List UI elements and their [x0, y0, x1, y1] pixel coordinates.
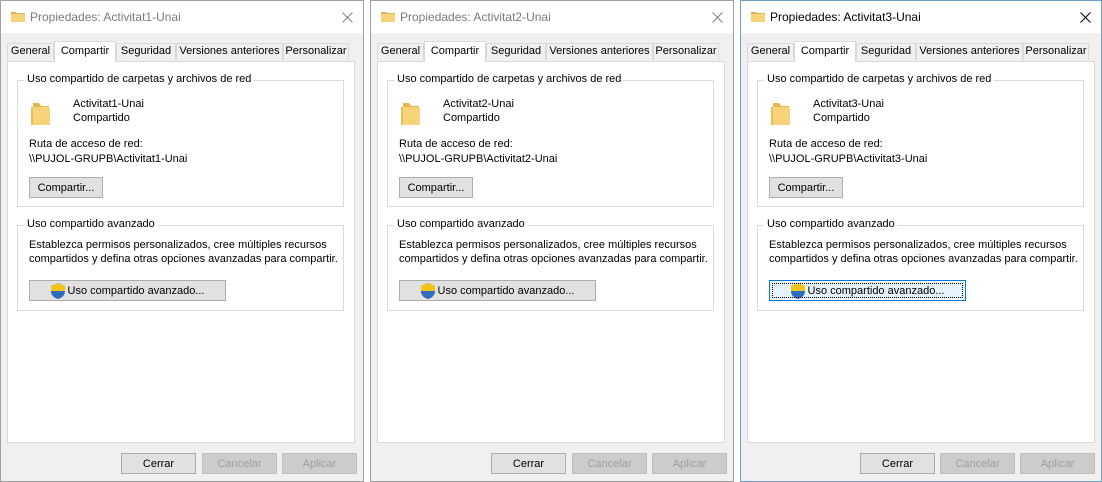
- tab-seguridad[interactable]: Seguridad: [486, 43, 546, 60]
- advanced-description-line-2: compartidos y defina otras opciones avan…: [399, 253, 708, 265]
- properties-dialog-2: Propiedades: Activitat2-Unai General Com…: [370, 0, 734, 482]
- window-title: Propiedades: Activitat3-Unai: [770, 10, 921, 24]
- cancel-button[interactable]: Cancelar: [940, 453, 1015, 474]
- folder-name: Activitat2-Unai: [443, 98, 514, 110]
- tab-compartir[interactable]: Compartir: [794, 41, 856, 62]
- folder-icon: [11, 12, 25, 22]
- close-dialog-button[interactable]: Cerrar: [121, 453, 196, 474]
- network-sharing-group: Uso compartido de carpetas y archivos de…: [387, 73, 714, 207]
- title-bar[interactable]: Propiedades: Activitat2-Unai: [371, 1, 733, 33]
- tab-personalizar[interactable]: Personalizar: [1023, 43, 1089, 60]
- share-status: Compartido: [73, 112, 130, 124]
- folder-icon: [31, 103, 50, 125]
- close-icon: [341, 11, 353, 23]
- advanced-sharing-button[interactable]: Uso compartido avanzado...: [29, 280, 226, 301]
- uac-shield-icon: [420, 282, 435, 299]
- group-label: Uso compartido avanzado: [394, 218, 528, 230]
- advanced-sharing-group: Uso compartido avanzado Establezca permi…: [387, 218, 714, 311]
- tab-versiones-anteriores[interactable]: Versiones anteriores: [546, 43, 653, 60]
- group-label: Uso compartido avanzado: [764, 218, 898, 230]
- apply-button[interactable]: Aplicar: [282, 453, 357, 474]
- tab-general[interactable]: General: [377, 43, 424, 60]
- close-dialog-button[interactable]: Cerrar: [491, 453, 566, 474]
- cancel-button[interactable]: Cancelar: [572, 453, 647, 474]
- uac-shield-icon: [790, 282, 805, 299]
- folder-name: Activitat3-Unai: [813, 98, 884, 110]
- advanced-sharing-group: Uso compartido avanzado Establezca permi…: [17, 218, 344, 311]
- close-icon: [711, 11, 723, 23]
- tab-seguridad[interactable]: Seguridad: [116, 43, 176, 60]
- network-path-value: \\PUJOL-GRUPB\Activitat1-Unai: [29, 153, 188, 165]
- close-icon: [1079, 11, 1091, 23]
- network-path-value: \\PUJOL-GRUPB\Activitat3-Unai: [769, 153, 928, 165]
- network-path-label: Ruta de acceso de red:: [399, 138, 513, 150]
- advanced-description-line-1: Establezca permisos personalizados, cree…: [399, 239, 697, 251]
- group-label: Uso compartido avanzado: [24, 218, 158, 230]
- window-title: Propiedades: Activitat2-Unai: [400, 10, 551, 24]
- properties-dialog-1: Propiedades: Activitat1-Unai General Com…: [0, 0, 364, 482]
- tab-seguridad[interactable]: Seguridad: [856, 43, 916, 60]
- group-label: Uso compartido de carpetas y archivos de…: [764, 73, 995, 85]
- title-bar[interactable]: Propiedades: Activitat3-Unai: [741, 1, 1101, 33]
- tab-panel-compartir: Uso compartido de carpetas y archivos de…: [377, 61, 725, 443]
- advanced-sharing-label: Uso compartido avanzado...: [437, 284, 575, 297]
- tab-versiones-anteriores[interactable]: Versiones anteriores: [916, 43, 1023, 60]
- close-button[interactable]: [701, 1, 733, 33]
- advanced-description-line-2: compartidos y defina otras opciones avan…: [769, 253, 1078, 265]
- share-status: Compartido: [443, 112, 500, 124]
- network-path-label: Ruta de acceso de red:: [29, 138, 143, 150]
- advanced-description-line-1: Establezca permisos personalizados, cree…: [29, 239, 327, 251]
- network-path-label: Ruta de acceso de red:: [769, 138, 883, 150]
- tab-general[interactable]: General: [7, 43, 54, 60]
- folder-icon: [381, 12, 395, 22]
- title-bar[interactable]: Propiedades: Activitat1-Unai: [1, 1, 363, 33]
- cancel-button[interactable]: Cancelar: [202, 453, 277, 474]
- window-title: Propiedades: Activitat1-Unai: [30, 10, 181, 24]
- share-status: Compartido: [813, 112, 870, 124]
- uac-shield-icon: [50, 282, 65, 299]
- group-label: Uso compartido de carpetas y archivos de…: [394, 73, 625, 85]
- folder-name: Activitat1-Unai: [73, 98, 144, 110]
- network-sharing-group: Uso compartido de carpetas y archivos de…: [17, 73, 344, 207]
- folder-icon: [401, 103, 420, 125]
- share-button[interactable]: Compartir...: [399, 177, 473, 198]
- folder-icon: [751, 12, 765, 22]
- tab-compartir[interactable]: Compartir: [54, 41, 116, 62]
- share-button[interactable]: Compartir...: [769, 177, 843, 198]
- apply-button[interactable]: Aplicar: [1020, 453, 1095, 474]
- network-sharing-group: Uso compartido de carpetas y archivos de…: [757, 73, 1084, 207]
- advanced-sharing-group: Uso compartido avanzado Establezca permi…: [757, 218, 1084, 311]
- network-path-value: \\PUJOL-GRUPB\Activitat2-Unai: [399, 153, 558, 165]
- tab-compartir[interactable]: Compartir: [424, 41, 486, 62]
- folder-icon: [771, 103, 790, 125]
- group-label: Uso compartido de carpetas y archivos de…: [24, 73, 255, 85]
- advanced-sharing-button[interactable]: Uso compartido avanzado...: [769, 280, 966, 301]
- advanced-sharing-label: Uso compartido avanzado...: [67, 284, 205, 297]
- advanced-description-line-1: Establezca permisos personalizados, cree…: [769, 239, 1067, 251]
- apply-button[interactable]: Aplicar: [652, 453, 727, 474]
- tab-versiones-anteriores[interactable]: Versiones anteriores: [176, 43, 283, 60]
- tab-general[interactable]: General: [747, 43, 794, 60]
- tab-panel-compartir: Uso compartido de carpetas y archivos de…: [7, 61, 355, 443]
- tab-personalizar[interactable]: Personalizar: [653, 43, 719, 60]
- advanced-sharing-button[interactable]: Uso compartido avanzado...: [399, 280, 596, 301]
- share-button[interactable]: Compartir...: [29, 177, 103, 198]
- tab-personalizar[interactable]: Personalizar: [283, 43, 349, 60]
- advanced-description-line-2: compartidos y defina otras opciones avan…: [29, 253, 338, 265]
- close-button[interactable]: [1069, 1, 1101, 33]
- tab-panel-compartir: Uso compartido de carpetas y archivos de…: [747, 61, 1095, 443]
- advanced-sharing-label: Uso compartido avanzado...: [807, 284, 945, 297]
- properties-dialog-3: Propiedades: Activitat3-Unai General Com…: [740, 0, 1102, 482]
- close-button[interactable]: [331, 1, 363, 33]
- close-dialog-button[interactable]: Cerrar: [860, 453, 935, 474]
